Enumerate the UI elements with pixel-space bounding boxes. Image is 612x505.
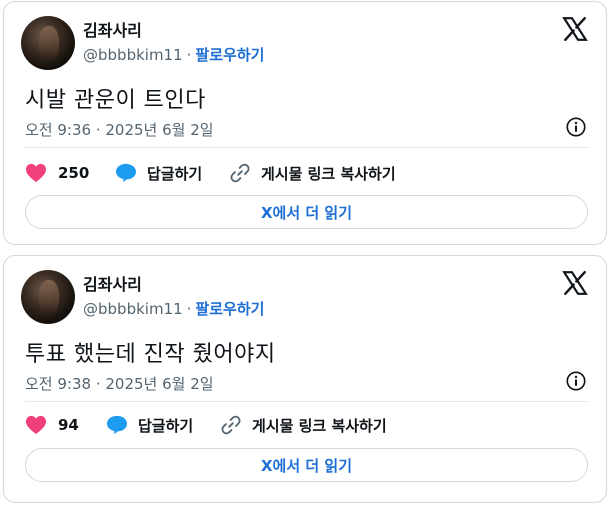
info-icon[interactable]	[565, 116, 587, 138]
link-icon	[221, 415, 241, 435]
x-logo-icon[interactable]	[562, 270, 588, 296]
author-handle-row: @bbbbkim11 · 팔로우하기	[83, 298, 264, 319]
author-name[interactable]: 김좌사리	[83, 271, 142, 295]
divider	[25, 147, 588, 148]
tweet-timestamp[interactable]: 오전 9:38 · 2025년 6월 2일	[25, 373, 214, 394]
reply-label: 답글하기	[138, 416, 194, 435]
like-count: 250	[58, 164, 90, 182]
tweet-text: 시발 관운이 트인다	[25, 88, 206, 113]
author-handle-row: @bbbbkim11 · 팔로우하기	[83, 44, 264, 65]
reply-button[interactable]: 답글하기	[115, 159, 202, 187]
reply-label: 답글하기	[147, 164, 203, 183]
reply-bubble-icon	[107, 415, 127, 435]
tweet-card: 김좌사리 @bbbbkim11 · 팔로우하기 투표 했는데 진작 줬어야지 오전 …	[3, 255, 607, 503]
copy-link-button[interactable]: 게시물 링크 복사하기	[229, 159, 396, 187]
avatar[interactable]	[21, 270, 75, 324]
follow-button[interactable]: 팔로우하기	[195, 300, 264, 318]
separator-dot: ·	[186, 46, 192, 64]
info-icon[interactable]	[565, 370, 587, 392]
like-count: 94	[58, 416, 79, 434]
action-bar: 250 답글하기 게시물 링크 복사하기	[25, 159, 588, 187]
copy-link-label: 게시물 링크 복사하기	[252, 416, 387, 435]
copy-link-button[interactable]: 게시물 링크 복사하기	[220, 411, 387, 439]
link-icon	[230, 163, 250, 183]
avatar[interactable]	[21, 16, 75, 70]
author-handle[interactable]: @bbbbkim11	[83, 46, 183, 64]
like-button[interactable]: 94	[25, 411, 79, 439]
copy-link-label: 게시물 링크 복사하기	[261, 164, 396, 183]
tweet-timestamp[interactable]: 오전 9:36 · 2025년 6월 2일	[25, 119, 214, 140]
reply-bubble-icon	[116, 163, 136, 183]
action-bar: 94 답글하기 게시물 링크 복사하기	[25, 411, 588, 439]
heart-icon	[26, 163, 46, 183]
like-button[interactable]: 250	[25, 159, 89, 187]
divider	[25, 401, 588, 402]
heart-icon	[26, 415, 46, 435]
separator-dot: ·	[186, 300, 192, 318]
tweet-text: 투표 했는데 진작 줬어야지	[25, 342, 276, 367]
x-logo-icon[interactable]	[562, 16, 588, 42]
follow-button[interactable]: 팔로우하기	[195, 46, 264, 64]
read-more-button[interactable]: X에서 더 읽기	[25, 448, 588, 482]
read-more-button[interactable]: X에서 더 읽기	[25, 195, 588, 229]
author-name[interactable]: 김좌사리	[83, 17, 142, 41]
reply-button[interactable]: 답글하기	[106, 411, 193, 439]
author-handle[interactable]: @bbbbkim11	[83, 300, 183, 318]
tweet-card: 김좌사리 @bbbbkim11 · 팔로우하기 시발 관운이 트인다 오전 9:36…	[3, 1, 607, 245]
